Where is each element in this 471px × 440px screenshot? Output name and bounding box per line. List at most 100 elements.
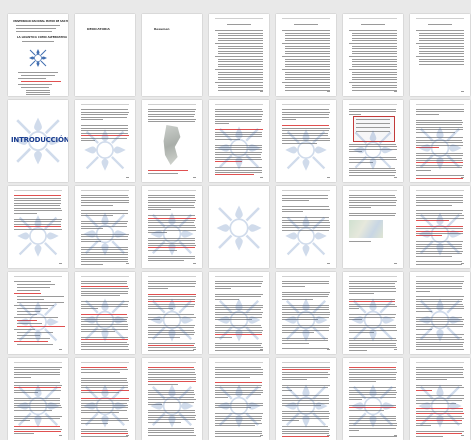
page-thumbnail[interactable] <box>343 14 403 96</box>
page-header-rule <box>416 276 464 277</box>
watermark-logo <box>418 212 462 256</box>
watermark-logo <box>17 215 59 257</box>
text-line <box>349 241 371 242</box>
page-thumbnail[interactable] <box>209 358 269 440</box>
page-thumbnail[interactable] <box>343 358 403 440</box>
text-line <box>148 374 196 376</box>
page-thumbnail[interactable]: UNIVERSIDAD NACIONAL MAYOR DE SAN MARCOS… <box>8 14 68 96</box>
text-line <box>282 116 329 118</box>
text-line <box>81 109 128 110</box>
page-thumbnail[interactable] <box>410 186 470 268</box>
text-line <box>17 287 50 288</box>
highlighted-text-line <box>148 345 195 346</box>
page-thumbnail[interactable]: DEDICATORIA <box>75 14 135 96</box>
page-thumbnail[interactable] <box>276 358 336 440</box>
page-thumbnail[interactable] <box>75 186 135 268</box>
page-header-rule <box>282 104 330 105</box>
text-line <box>285 76 330 78</box>
text-line <box>148 109 196 110</box>
text-line <box>148 260 185 262</box>
text-line <box>349 204 397 206</box>
text-line <box>215 82 263 83</box>
page-thumbnail[interactable] <box>75 100 135 182</box>
text-line <box>282 367 330 368</box>
text-line <box>81 111 129 113</box>
watermark-logo <box>83 212 127 256</box>
page-thumbnail[interactable] <box>209 272 269 354</box>
text-line <box>148 371 195 373</box>
text-line <box>81 371 121 373</box>
page-thumbnail[interactable] <box>276 14 336 96</box>
page-thumbnail[interactable] <box>75 272 135 354</box>
page-header-rule <box>148 104 196 105</box>
watermark-logo <box>351 384 395 428</box>
text-line <box>148 434 196 436</box>
page-thumbnail[interactable] <box>410 272 470 354</box>
text-line <box>18 84 52 85</box>
text-line <box>215 347 263 349</box>
page-thumbnail[interactable] <box>276 272 336 354</box>
text-line <box>218 76 263 78</box>
page-thumbnail[interactable] <box>142 100 202 182</box>
page-thumbnail[interactable] <box>343 272 403 354</box>
text-line <box>22 41 54 42</box>
text-line <box>349 371 397 373</box>
text-line <box>416 197 464 199</box>
page-thumbnail[interactable] <box>209 100 269 182</box>
text-line <box>416 367 464 368</box>
text-line <box>352 63 397 65</box>
page-thumbnail[interactable] <box>410 358 470 440</box>
text-line <box>349 215 396 217</box>
page-thumbnail[interactable]: INTRODUCCIÓN <box>8 100 68 182</box>
highlighted-text-line <box>215 174 254 176</box>
text-line <box>349 430 360 431</box>
page-header-rule <box>215 104 263 105</box>
text-line <box>349 43 397 44</box>
page-thumbnail[interactable] <box>75 358 135 440</box>
page-header-rule <box>81 362 129 363</box>
text-line <box>352 45 397 47</box>
page-number <box>461 91 464 92</box>
page-thumbnail[interactable] <box>410 100 470 182</box>
text-line <box>282 195 329 196</box>
text-line <box>148 347 196 349</box>
text-line <box>416 283 463 285</box>
text-line <box>416 376 464 378</box>
text-line <box>17 296 65 297</box>
page-thumbnail[interactable] <box>276 186 336 268</box>
text-line <box>349 69 397 70</box>
page-thumbnail[interactable] <box>209 14 269 96</box>
page-thumbnail[interactable] <box>276 100 336 182</box>
text-line <box>349 195 396 196</box>
page-number <box>327 177 330 178</box>
text-line <box>416 263 463 265</box>
text-line <box>352 71 397 73</box>
text-line <box>81 348 129 350</box>
text-line <box>282 208 330 210</box>
page-thumbnail[interactable] <box>410 14 470 96</box>
page-thumbnail[interactable] <box>343 100 403 182</box>
watermark-logo <box>150 384 194 428</box>
page-thumbnail[interactable] <box>209 186 269 268</box>
text-line <box>148 113 196 115</box>
page-thumbnail[interactable] <box>8 358 68 440</box>
highlighted-text-line <box>416 177 464 179</box>
section-heading: DEDICATORIA <box>87 27 110 31</box>
text-line <box>81 344 129 345</box>
text-line <box>282 200 310 201</box>
page-thumbnail[interactable] <box>8 272 68 354</box>
page-thumbnail[interactable] <box>142 186 202 268</box>
page-thumbnail[interactable] <box>142 272 202 354</box>
text-line <box>81 199 129 201</box>
page-thumbnail[interactable] <box>8 186 68 268</box>
text-line <box>419 37 464 39</box>
page-thumbnail[interactable] <box>343 186 403 268</box>
page-thumbnail[interactable] <box>142 358 202 440</box>
page-number <box>394 91 397 92</box>
watermark-logo <box>216 205 262 251</box>
highlighted-text-line <box>81 367 128 368</box>
text-line <box>215 294 263 295</box>
text-line <box>218 63 263 65</box>
text-line <box>349 113 361 115</box>
page-thumbnail[interactable]: Resumen <box>142 14 202 96</box>
